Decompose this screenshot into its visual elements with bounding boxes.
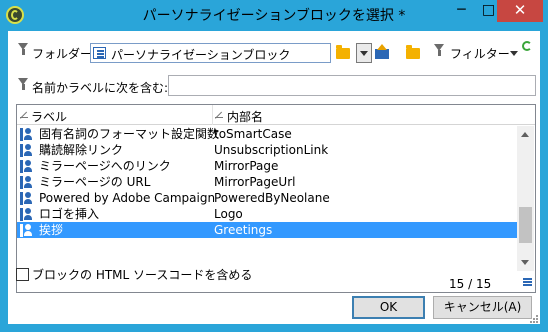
row-label: Powered by Adobe Campaign [39, 191, 216, 205]
scroll-down-icon[interactable] [521, 260, 529, 265]
personalization-block-icon [20, 160, 32, 173]
filter-button-icon [434, 44, 445, 56]
personalization-block-icon [20, 224, 32, 237]
folder-label: フォルダー: [32, 47, 97, 61]
title-bar[interactable]: パーソナライゼーションブロックを選択 * ─ □ ✕ [0, 0, 548, 31]
row-label: ミラーページの URL [39, 175, 151, 189]
minimize-button[interactable]: ─ [448, 0, 475, 22]
sort-icon [215, 110, 223, 118]
column-label-header[interactable]: ラベル [31, 108, 67, 125]
dialog-window: パーソナライゼーションブロックを選択 * ─ □ ✕ フォルダー: パーソナライ… [0, 0, 548, 332]
row-internal-name: MirrorPage [214, 159, 279, 173]
block-list: ラベル 内部名 固有名詞のフォーマット設定関数 toSmartCase 購読解除リン… [16, 104, 536, 293]
column-name-header[interactable]: 内部名 [227, 108, 263, 125]
scroll-thumb[interactable] [519, 207, 532, 243]
filter-icon [18, 43, 29, 55]
search-label: 名前かラベルに次を含む: [32, 81, 169, 95]
search-filter-icon [18, 78, 29, 90]
row-internal-name: PoweredByNeolane [214, 191, 330, 205]
row-internal-name: toSmartCase [214, 127, 292, 141]
row-internal-name: Logo [214, 207, 243, 221]
folder-dropdown-button[interactable] [356, 43, 372, 63]
filter-button[interactable]: フィルター [450, 45, 510, 62]
folder-field[interactable]: パーソナライゼーションブロック [90, 43, 331, 63]
include-html-label[interactable]: ブロックの HTML ソースコードを含める [32, 266, 252, 283]
row-label: 挨拶 [39, 223, 64, 237]
table-row[interactable]: ロゴを挿入 Logo [17, 206, 517, 222]
row-internal-name: UnsubscriptionLink [214, 143, 329, 157]
table-row[interactable]: ミラーページの URL MirrorPageUrl [17, 174, 517, 190]
folder-value: パーソナライゼーションブロック [111, 48, 291, 62]
list-view-icon[interactable] [523, 278, 532, 287]
column-separator[interactable] [212, 105, 213, 125]
row-internal-name: MirrorPageUrl [214, 175, 296, 189]
table-row[interactable]: 挨拶 Greetings [17, 222, 517, 238]
table-header: ラベル 内部名 [17, 105, 535, 125]
personalization-block-icon [20, 208, 32, 221]
table-row[interactable]: Powered by Adobe Campaign PoweredByNeolan… [17, 190, 517, 206]
cancel-button[interactable]: キャンセル(A) [433, 296, 532, 319]
close-button[interactable]: ✕ [497, 0, 543, 22]
tree-icon [93, 47, 106, 59]
row-label: ロゴを挿入 [39, 207, 100, 221]
table-row[interactable]: 固有名詞のフォーマット設定関数 toSmartCase [17, 126, 517, 142]
row-label: 購読解除リンク [39, 143, 124, 157]
scroll-up-icon[interactable] [521, 132, 529, 137]
row-internal-name: Greetings [214, 223, 273, 237]
folder-icon[interactable] [336, 45, 350, 59]
resize-grip[interactable] [530, 315, 538, 323]
table-row[interactable]: 購読解除リンク UnsubscriptionLink [17, 142, 517, 158]
row-label: 固有名詞のフォーマット設定関数 [39, 127, 220, 141]
search-input[interactable] [168, 75, 536, 96]
refresh-icon[interactable] [522, 41, 532, 51]
personalization-block-icon [20, 192, 32, 205]
filter-dropdown-icon[interactable] [510, 51, 518, 56]
dialog-body: フォルダー: パーソナライゼーションブロック フィルター 名前かラベルに次を含む… [8, 31, 540, 324]
table-rows: 固有名詞のフォーマット設定関数 toSmartCase 購読解除リンク Unsubsc… [17, 126, 517, 238]
row-label: ミラーページへのリンク [39, 159, 171, 173]
row-count: 15 / 15 [449, 277, 492, 291]
personalization-block-icon [20, 144, 32, 157]
open-folder-icon[interactable] [406, 45, 420, 59]
table-row[interactable]: ミラーページへのリンク MirrorPage [17, 158, 517, 174]
include-html-checkbox[interactable] [16, 268, 29, 281]
sort-icon [20, 110, 28, 118]
personalization-block-icon [20, 128, 32, 141]
ok-button[interactable]: OK [352, 296, 425, 319]
vertical-scrollbar[interactable] [517, 126, 534, 271]
personalization-block-icon [20, 176, 32, 189]
parent-folder-icon[interactable] [375, 44, 389, 60]
